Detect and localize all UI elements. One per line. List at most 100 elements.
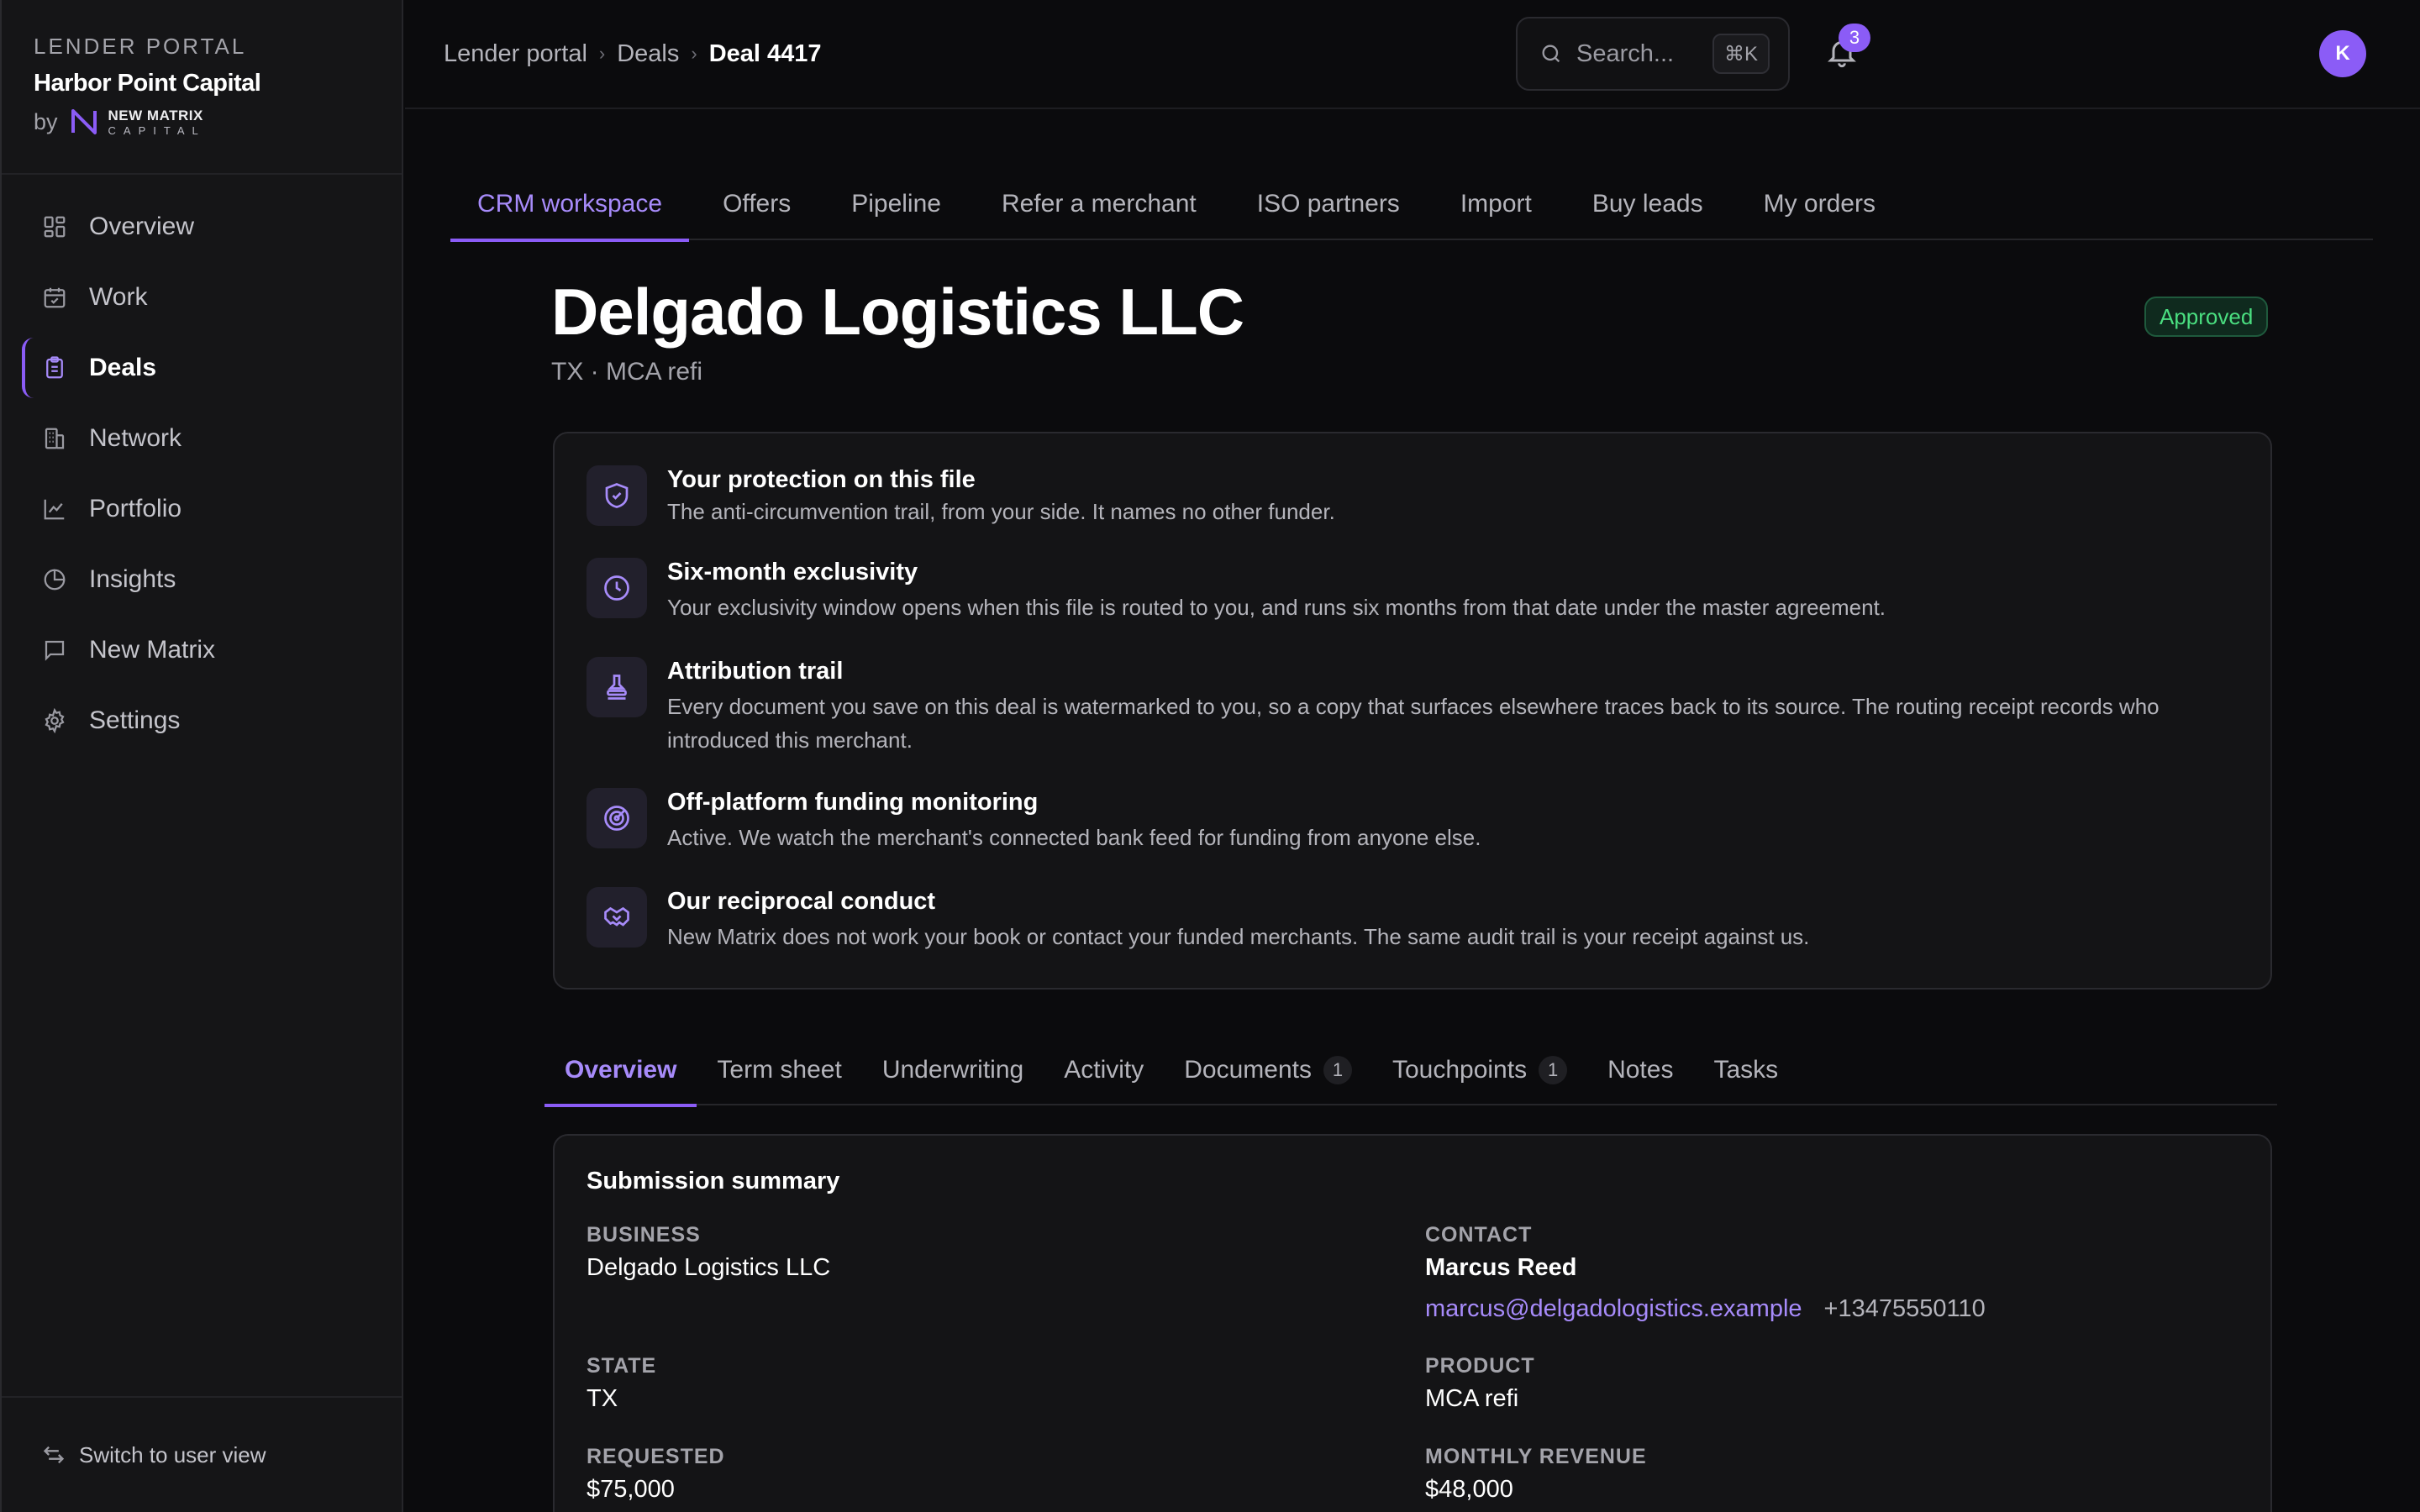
- workspace-tabs: CRM workspace Offers Pipeline Refer a me…: [450, 168, 2373, 242]
- sidebar-item-overview[interactable]: Overview: [2, 192, 402, 262]
- clipboard-icon: [40, 354, 69, 382]
- tab-label: Underwriting: [881, 1056, 1024, 1084]
- tab-label: Activity: [1064, 1056, 1144, 1084]
- powered-by: by NEW MATRIX CAPITAL: [34, 108, 370, 136]
- protection-title: Attribution trail: [667, 658, 844, 685]
- tab-touchpoints[interactable]: Touchpoints 1: [1372, 1035, 1587, 1105]
- tab-refer-a-merchant[interactable]: Refer a merchant: [975, 168, 1223, 240]
- new-matrix-logo-icon: [71, 109, 97, 134]
- shield-check-icon: [587, 465, 647, 526]
- search-shortcut: ⌘K: [1712, 34, 1770, 74]
- clock-icon: [587, 558, 647, 618]
- handshake-icon: [587, 887, 647, 948]
- logo-wordmark-bottom: CAPITAL: [108, 123, 206, 137]
- business-label: BUSINESS: [587, 1223, 701, 1247]
- sidebar-item-label: New Matrix: [89, 636, 216, 664]
- logo-wordmark-top: NEW MATRIX: [108, 107, 203, 123]
- requested-label: REQUESTED: [587, 1445, 725, 1468]
- notification-count-badge: 3: [1839, 24, 1870, 52]
- search-placeholder: Search...: [1576, 39, 1675, 67]
- new-matrix-logo: NEW MATRIX CAPITAL: [70, 108, 206, 136]
- contact-phone: +13475550110: [1823, 1295, 1986, 1322]
- tab-buy-leads[interactable]: Buy leads: [1565, 168, 1730, 240]
- breadcrumb: Lender portal › Deals › Deal 4417: [405, 40, 822, 68]
- deal-subtitle: TX · MCA refi: [551, 358, 703, 386]
- tab-iso-partners[interactable]: ISO partners: [1230, 168, 1427, 240]
- radar-icon: [587, 788, 647, 848]
- state-field: STATE TX: [587, 1354, 656, 1413]
- requested-value: $75,000: [587, 1476, 675, 1503]
- switch-arrows-icon: [43, 1446, 65, 1464]
- tab-import[interactable]: Import: [1434, 168, 1559, 240]
- sidebar-item-label: Portfolio: [89, 495, 182, 522]
- avatar[interactable]: K: [2319, 30, 2366, 77]
- contact-email-link[interactable]: marcus@delgadologistics.example: [1425, 1295, 1802, 1323]
- grid-icon: [40, 213, 69, 241]
- protection-item: Your protection on this file The anti-ci…: [587, 465, 2238, 528]
- sidebar-item-label: Network: [89, 424, 182, 452]
- product-field: PRODUCT MCA refi: [1425, 1354, 1535, 1413]
- tab-label: Tasks: [1713, 1056, 1779, 1084]
- sidebar-item-portfolio[interactable]: Portfolio: [2, 474, 402, 544]
- sidebar-item-insights[interactable]: Insights: [2, 544, 402, 615]
- tab-notes[interactable]: Notes: [1587, 1035, 1693, 1105]
- tab-underwriting[interactable]: Underwriting: [862, 1035, 1044, 1105]
- protection-item: Our reciprocal conduct New Matrix does n…: [587, 887, 2238, 953]
- top-bar: Lender portal › Deals › Deal 4417: [405, 0, 2420, 109]
- tab-crm-workspace[interactable]: CRM workspace: [450, 168, 690, 242]
- search-input[interactable]: Search... ⌘K: [1516, 17, 1790, 91]
- sidebar-item-label: Work: [89, 283, 148, 311]
- sidebar-item-work[interactable]: Work: [2, 262, 402, 333]
- line-chart-icon: [40, 495, 69, 523]
- contact-name: Marcus Reed: [1425, 1254, 1577, 1281]
- page-title: Delgado Logistics LLC: [551, 275, 1244, 349]
- protection-description: Every document you save on this deal is …: [667, 693, 2160, 753]
- sidebar-item-network[interactable]: Network: [2, 403, 402, 474]
- sidebar-item-deals[interactable]: Deals: [2, 333, 402, 403]
- contact-field: CONTACT Marcus Reed marcus@delgadologist…: [1425, 1223, 1986, 1323]
- chevron-right-icon: ›: [598, 43, 606, 64]
- sidebar-item-label: Settings: [89, 706, 181, 734]
- sidebar-item-new-matrix[interactable]: New Matrix: [2, 615, 402, 685]
- tab-overview[interactable]: Overview: [544, 1035, 697, 1107]
- switch-view-label: Switch to user view: [79, 1441, 266, 1467]
- tab-offers[interactable]: Offers: [696, 168, 818, 240]
- message-square-icon: [40, 636, 69, 664]
- chevron-right-icon: ›: [691, 43, 697, 64]
- breadcrumb-lender-portal[interactable]: Lender portal: [444, 40, 587, 68]
- switch-to-user-view-button[interactable]: Switch to user view: [2, 1396, 402, 1512]
- calendar-check-icon: [40, 283, 69, 312]
- tab-my-orders[interactable]: My orders: [1737, 168, 1902, 240]
- sidebar-item-label: Deals: [89, 354, 157, 381]
- deal-tabs: Overview Term sheet Underwriting Activit…: [544, 1035, 2277, 1107]
- monthly-revenue-label: MONTHLY REVENUE: [1425, 1445, 1647, 1468]
- protection-item: Attribution trail Every document you sav…: [587, 657, 2238, 757]
- protection-title: Off-platform funding monitoring: [667, 789, 1039, 816]
- status-badge: Approved: [2144, 297, 2269, 337]
- protection-description: Active. We watch the merchant's connecte…: [667, 824, 1481, 850]
- tab-tasks[interactable]: Tasks: [1693, 1035, 1798, 1105]
- search-icon: [1542, 45, 1560, 63]
- brand-block: LENDER PORTAL Harbor Point Capital by NE…: [2, 0, 402, 175]
- protection-title: Our reciprocal conduct: [667, 888, 936, 915]
- tab-activity[interactable]: Activity: [1044, 1035, 1164, 1105]
- gear-icon: [40, 706, 69, 735]
- product-value: MCA refi: [1425, 1385, 1519, 1412]
- protection-card: Your protection on this file The anti-ci…: [553, 432, 2272, 990]
- tab-label: Notes: [1607, 1056, 1674, 1084]
- pie-chart-icon: [40, 565, 69, 594]
- documents-count-badge: 1: [1323, 1056, 1352, 1084]
- product-label: PRODUCT: [1425, 1354, 1535, 1378]
- tab-label: Term sheet: [717, 1056, 842, 1084]
- tab-documents[interactable]: Documents 1: [1164, 1035, 1372, 1105]
- by-label: by: [34, 108, 58, 134]
- tab-pipeline[interactable]: Pipeline: [824, 168, 968, 240]
- summary-title: Submission summary: [587, 1168, 840, 1194]
- submission-summary-card: Submission summary BUSINESS Delgado Logi…: [553, 1134, 2272, 1512]
- contact-label: CONTACT: [1425, 1223, 1533, 1247]
- breadcrumb-deals[interactable]: Deals: [617, 40, 679, 68]
- breadcrumb-current: Deal 4417: [708, 39, 822, 67]
- protection-item: Off-platform funding monitoring Active. …: [587, 788, 2238, 854]
- tab-term-sheet[interactable]: Term sheet: [697, 1035, 861, 1105]
- sidebar-item-settings[interactable]: Settings: [2, 685, 402, 756]
